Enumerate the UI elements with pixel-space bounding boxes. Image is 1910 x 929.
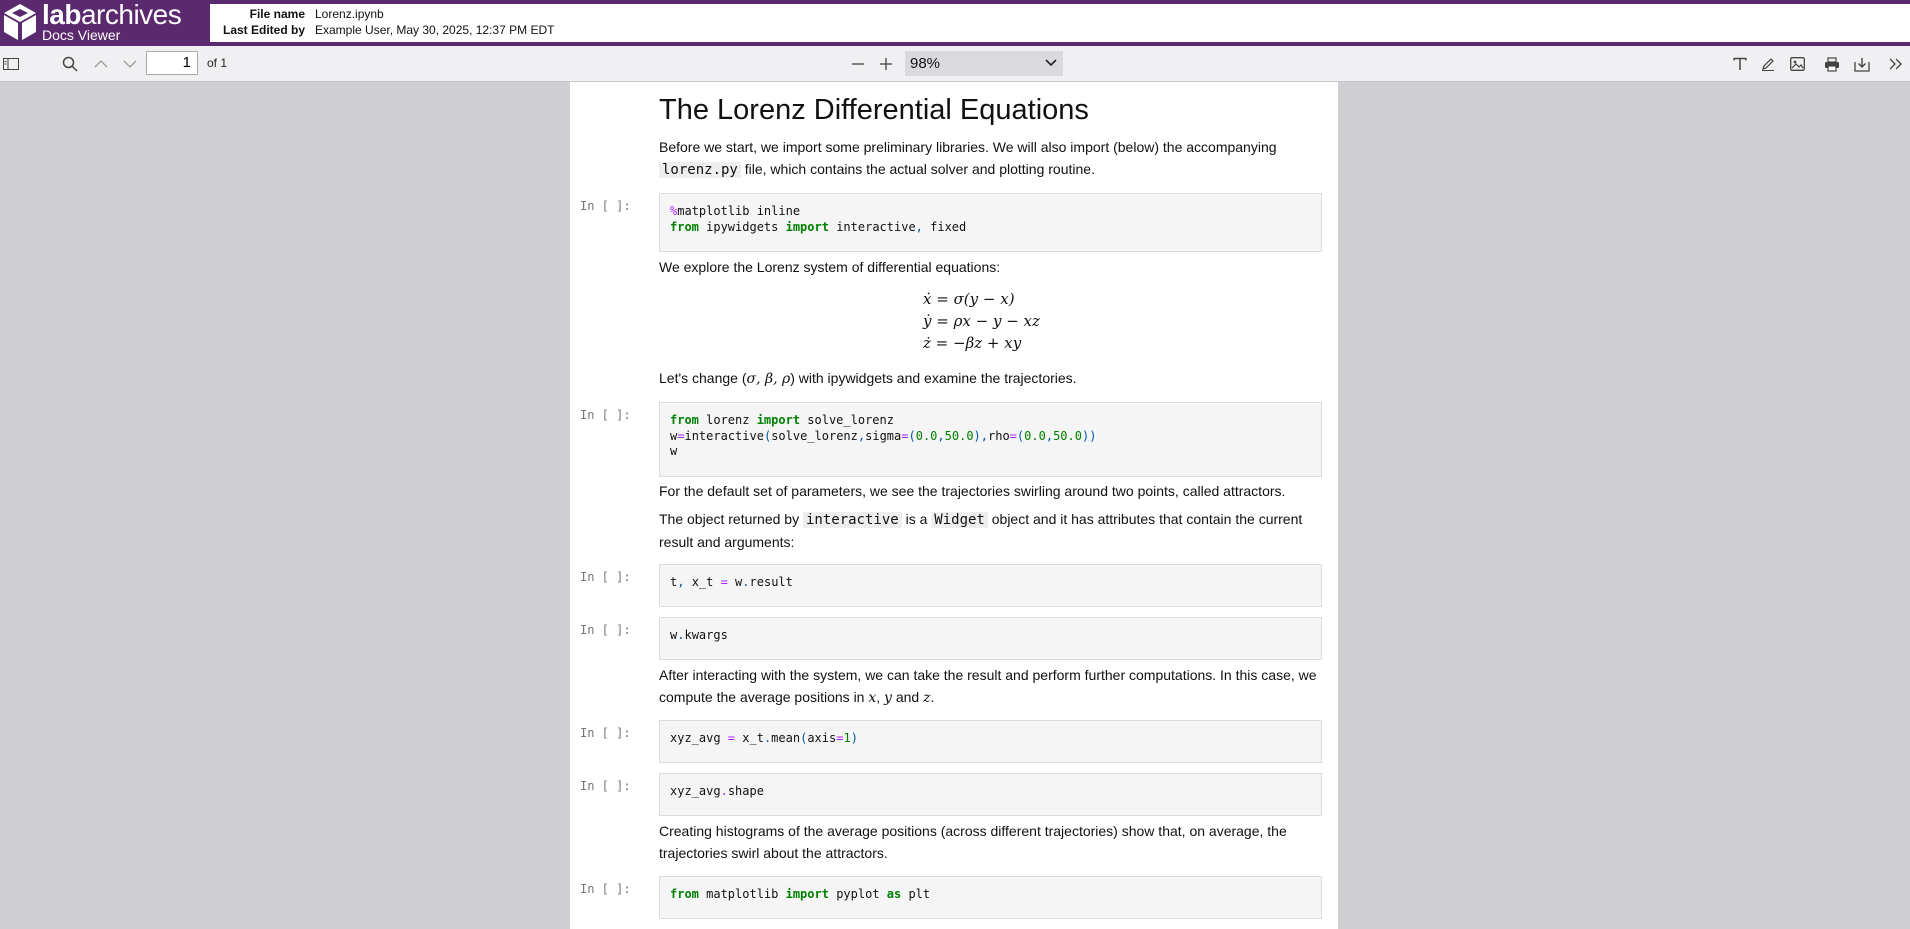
default-params-paragraph: For the default set of parameters, we se… (659, 483, 1286, 499)
brand-name: labarchives (42, 0, 182, 30)
code-cell-7[interactable]: from matplotlib import pyplot as plt (659, 876, 1322, 919)
more-tools-icon[interactable] (1885, 53, 1907, 75)
text-tool-icon[interactable] (1729, 53, 1751, 75)
save-download-icon[interactable] (1851, 53, 1873, 75)
code-cell-4[interactable]: w.kwargs (659, 617, 1322, 660)
code-cell-3[interactable]: t, x_t = w.result (659, 564, 1322, 607)
cell-prompt: In [ ]: (580, 726, 631, 740)
cell-prompt: In [ ]: (580, 623, 631, 637)
previous-page-icon[interactable] (90, 53, 112, 75)
viewer-toolbar: 1 of 1 98% (0, 46, 1910, 82)
print-icon[interactable] (1821, 53, 1843, 75)
search-icon[interactable] (59, 53, 81, 75)
notebook-page: The Lorenz Differential Equations Before… (570, 82, 1338, 929)
brand-subtitle: Docs Viewer (42, 27, 121, 43)
code-cell-2[interactable]: from lorenz import solve_lorenz w=intera… (659, 402, 1322, 477)
chevron-down-icon (1045, 51, 1057, 76)
lorenz-equation-z: ż = −βz + xy (923, 334, 1022, 352)
code-cell-6[interactable]: xyz_avg.shape (659, 773, 1322, 816)
intro-paragraph: Before we start, we import some prelimin… (659, 139, 1277, 178)
labarchives-logo: labarchives Docs Viewer (0, 0, 205, 46)
inline-code-interactive: interactive (802, 512, 902, 528)
draw-pencil-icon[interactable] (1757, 53, 1779, 75)
cube-logo-icon (4, 4, 36, 40)
page-count: of 1 (207, 56, 228, 70)
file-name-label: File name (249, 7, 305, 21)
code-cell-1[interactable]: %matplotlib inline from ipywidgets impor… (659, 193, 1322, 252)
histogram-paragraph: Creating histograms of the average posit… (659, 823, 1287, 861)
last-edited-value: Example User, May 30, 2025, 12:37 PM EDT (315, 23, 555, 37)
inline-code-widget: Widget (931, 512, 988, 528)
cell-prompt: In [ ]: (580, 779, 631, 793)
file-info-panel: File name Lorenz.ipynb Last Edited by Ex… (210, 4, 1910, 42)
change-params-paragraph: Let's change (σ, β, ρ) with ipywidgets a… (659, 370, 1077, 387)
code-cell-5[interactable]: xyz_avg = x_t.mean(axis=1) (659, 720, 1322, 763)
zoom-select[interactable]: 98% (905, 51, 1063, 76)
page-number-input[interactable]: 1 (146, 51, 198, 75)
last-edited-label: Last Edited by (222, 23, 305, 37)
after-interacting-paragraph: After interacting with the system, we ca… (659, 667, 1317, 706)
next-page-icon[interactable] (119, 53, 141, 75)
top-bar: labarchives Docs Viewer File name Lorenz… (0, 0, 1910, 46)
lorenz-equation-y: ẏ = ρx − y − xz (923, 312, 1040, 330)
cell-prompt: In [ ]: (580, 199, 631, 213)
lorenz-equation-x: ẋ = σ(y − x) (923, 290, 1015, 308)
object-returned-paragraph: The object returned by interactive is a … (659, 511, 1303, 550)
file-name-value: Lorenz.ipynb (315, 7, 384, 21)
zoom-in-icon[interactable] (875, 53, 897, 75)
cell-prompt: In [ ]: (580, 882, 631, 896)
cell-prompt: In [ ]: (580, 408, 631, 422)
inline-code-lorenz-py: lorenz.py (659, 161, 741, 178)
document-viewer[interactable]: The Lorenz Differential Equations Before… (0, 82, 1910, 929)
sidebar-toggle-icon[interactable] (0, 53, 22, 75)
cell-prompt: In [ ]: (580, 570, 631, 584)
param-symbols: σ, β, ρ (746, 371, 791, 387)
notebook-title: The Lorenz Differential Equations (659, 94, 1089, 126)
zoom-out-icon[interactable] (847, 53, 869, 75)
explore-paragraph: We explore the Lorenz system of differen… (659, 259, 1001, 275)
image-tool-icon[interactable] (1786, 53, 1808, 75)
zoom-value: 98% (910, 55, 941, 72)
